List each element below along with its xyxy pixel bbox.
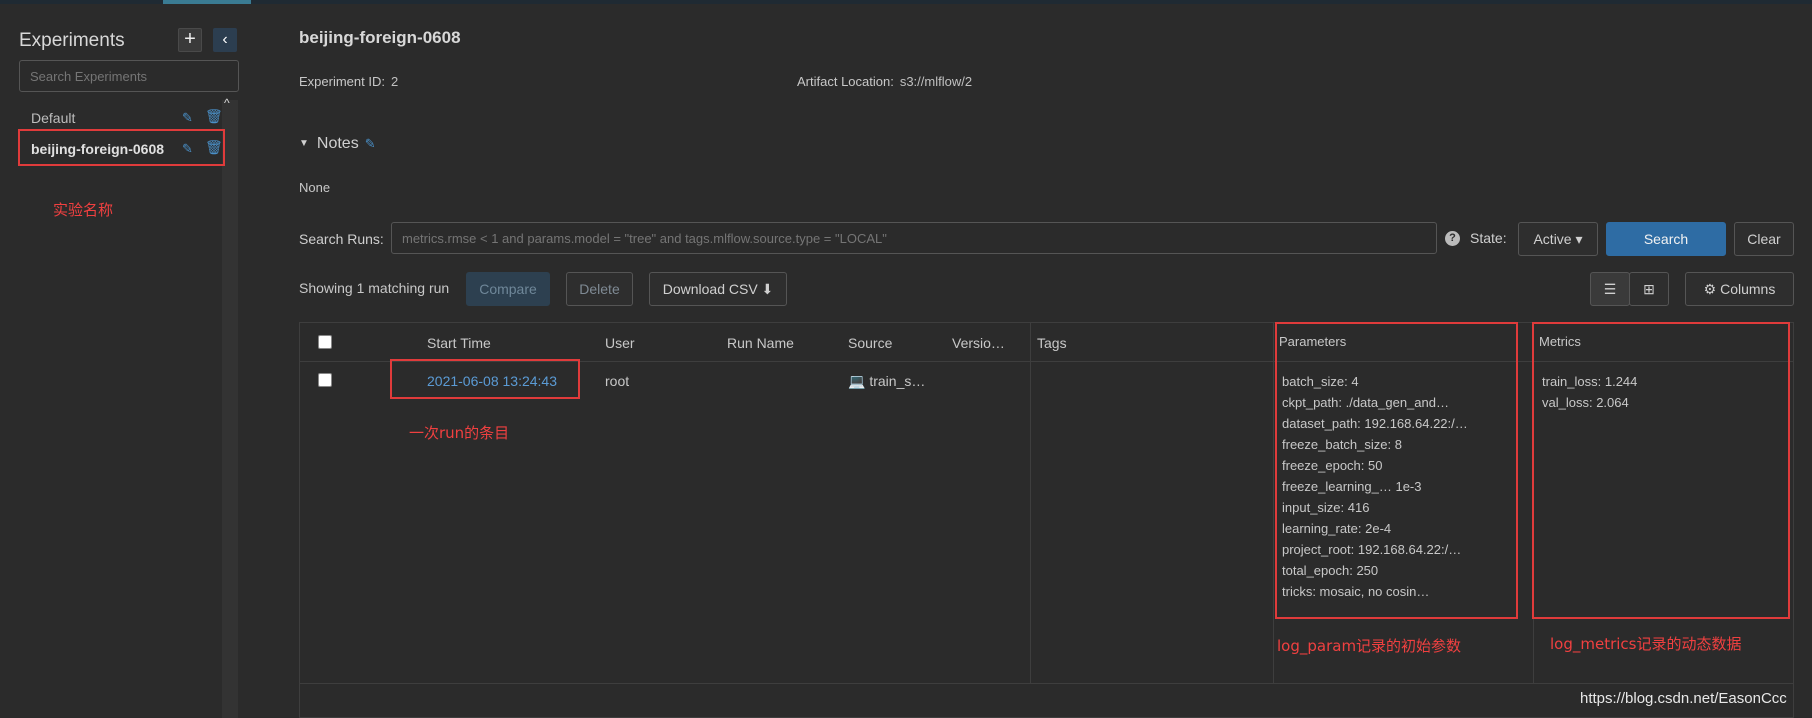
trash-icon[interactable]: 🗑 — [205, 108, 223, 125]
annotation-box-experiment — [18, 129, 225, 166]
columns-button[interactable]: ⚙ Columns — [1685, 272, 1794, 306]
artifact-location: Artifact Location: s3://mlflow/2 — [797, 74, 972, 89]
download-csv-label: Download CSV — [662, 281, 758, 297]
header-run-name[interactable]: Run Name — [727, 335, 794, 351]
run-source-label: train_s… — [869, 373, 926, 389]
search-runs-input[interactable] — [391, 222, 1437, 254]
notes-label: Notes — [316, 135, 359, 152]
table-bottom-divider — [300, 683, 1793, 684]
sidebar-title: Experiments — [19, 30, 125, 51]
run-source[interactable]: 💻 train_s… — [848, 373, 925, 390]
header-version[interactable]: Versio… — [952, 335, 1005, 351]
grid-view-toggle[interactable]: ⊞ — [1629, 272, 1669, 306]
notes-body: None — [299, 180, 331, 195]
notes-toggle[interactable]: ▼ Notes ✎ — [299, 135, 376, 153]
clear-button[interactable]: Clear — [1734, 222, 1794, 256]
collapse-sidebar-button[interactable]: ‹ — [213, 28, 237, 52]
experiments-sidebar: Experiments + ‹ Default ✎ 🗑 beijing-fore… — [0, 4, 239, 718]
state-dropdown[interactable]: Active ▾ — [1518, 222, 1598, 256]
header-source[interactable]: Source — [848, 335, 892, 351]
header-start-time[interactable]: Start Time — [427, 335, 491, 351]
download-csv-button[interactable]: Download CSV ⬇ — [649, 272, 787, 306]
edit-icon[interactable]: ✎ — [182, 110, 193, 126]
delete-button[interactable]: Delete — [566, 272, 633, 306]
annotation-run-entry: 一次run的条目 — [409, 424, 510, 442]
search-experiments-input[interactable] — [19, 60, 239, 92]
edit-notes-icon[interactable]: ✎ — [365, 136, 376, 151]
header-tags: Tags — [1037, 335, 1067, 351]
help-icon[interactable]: ? — [1445, 231, 1460, 246]
top-bar — [0, 0, 1812, 4]
search-runs-label: Search Runs: — [299, 231, 384, 247]
compare-button[interactable]: Compare — [466, 272, 550, 306]
experiment-title: beijing-foreign-0608 — [299, 28, 461, 47]
state-label: State: — [1470, 230, 1507, 246]
artifact-location-label: Artifact Location: — [797, 74, 894, 89]
list-view-toggle[interactable]: ☰ — [1590, 272, 1630, 306]
artifact-location-value: s3://mlflow/2 — [899, 74, 973, 89]
row-select-checkbox[interactable] — [318, 373, 332, 387]
experiment-id-label: Experiment ID: — [299, 74, 385, 89]
list-icon: ☰ — [1603, 281, 1617, 297]
columns-label: Columns — [1720, 281, 1776, 297]
annotation-box-parameters — [1275, 322, 1518, 619]
header-user[interactable]: User — [605, 335, 635, 351]
column-divider — [1030, 323, 1031, 683]
scroll-up-icon[interactable]: ^ — [224, 96, 230, 110]
annotation-metrics: log_metrics记录的动态数据 — [1550, 635, 1742, 653]
experiment-name: Default — [31, 110, 76, 126]
experiment-id: Experiment ID: 2 — [299, 74, 398, 89]
add-experiment-button[interactable]: + — [178, 28, 202, 52]
matching-runs-count: Showing 1 matching run — [299, 280, 450, 296]
table-icon: ⊞ — [1643, 281, 1655, 297]
laptop-icon: 💻 — [848, 373, 866, 389]
download-icon: ⬇ — [761, 281, 774, 297]
annotation-box-run — [390, 359, 580, 399]
annotation-parameters: log_param记录的初始参数 — [1277, 637, 1462, 655]
experiment-id-value: 2 — [390, 74, 399, 89]
column-divider — [1273, 323, 1274, 683]
watermark: https://blog.csdn.net/EasonCcc — [1580, 690, 1787, 707]
run-user: root — [605, 373, 630, 389]
search-button[interactable]: Search — [1606, 222, 1726, 256]
caret-down-icon: ▼ — [299, 138, 309, 149]
gear-icon: ⚙ — [1703, 281, 1717, 297]
sidebar-scrollbar[interactable]: ^ — [222, 96, 238, 718]
select-all-checkbox[interactable] — [318, 335, 332, 349]
annotation-experiment-name: 实验名称 — [53, 201, 114, 219]
annotation-box-metrics — [1532, 322, 1790, 619]
